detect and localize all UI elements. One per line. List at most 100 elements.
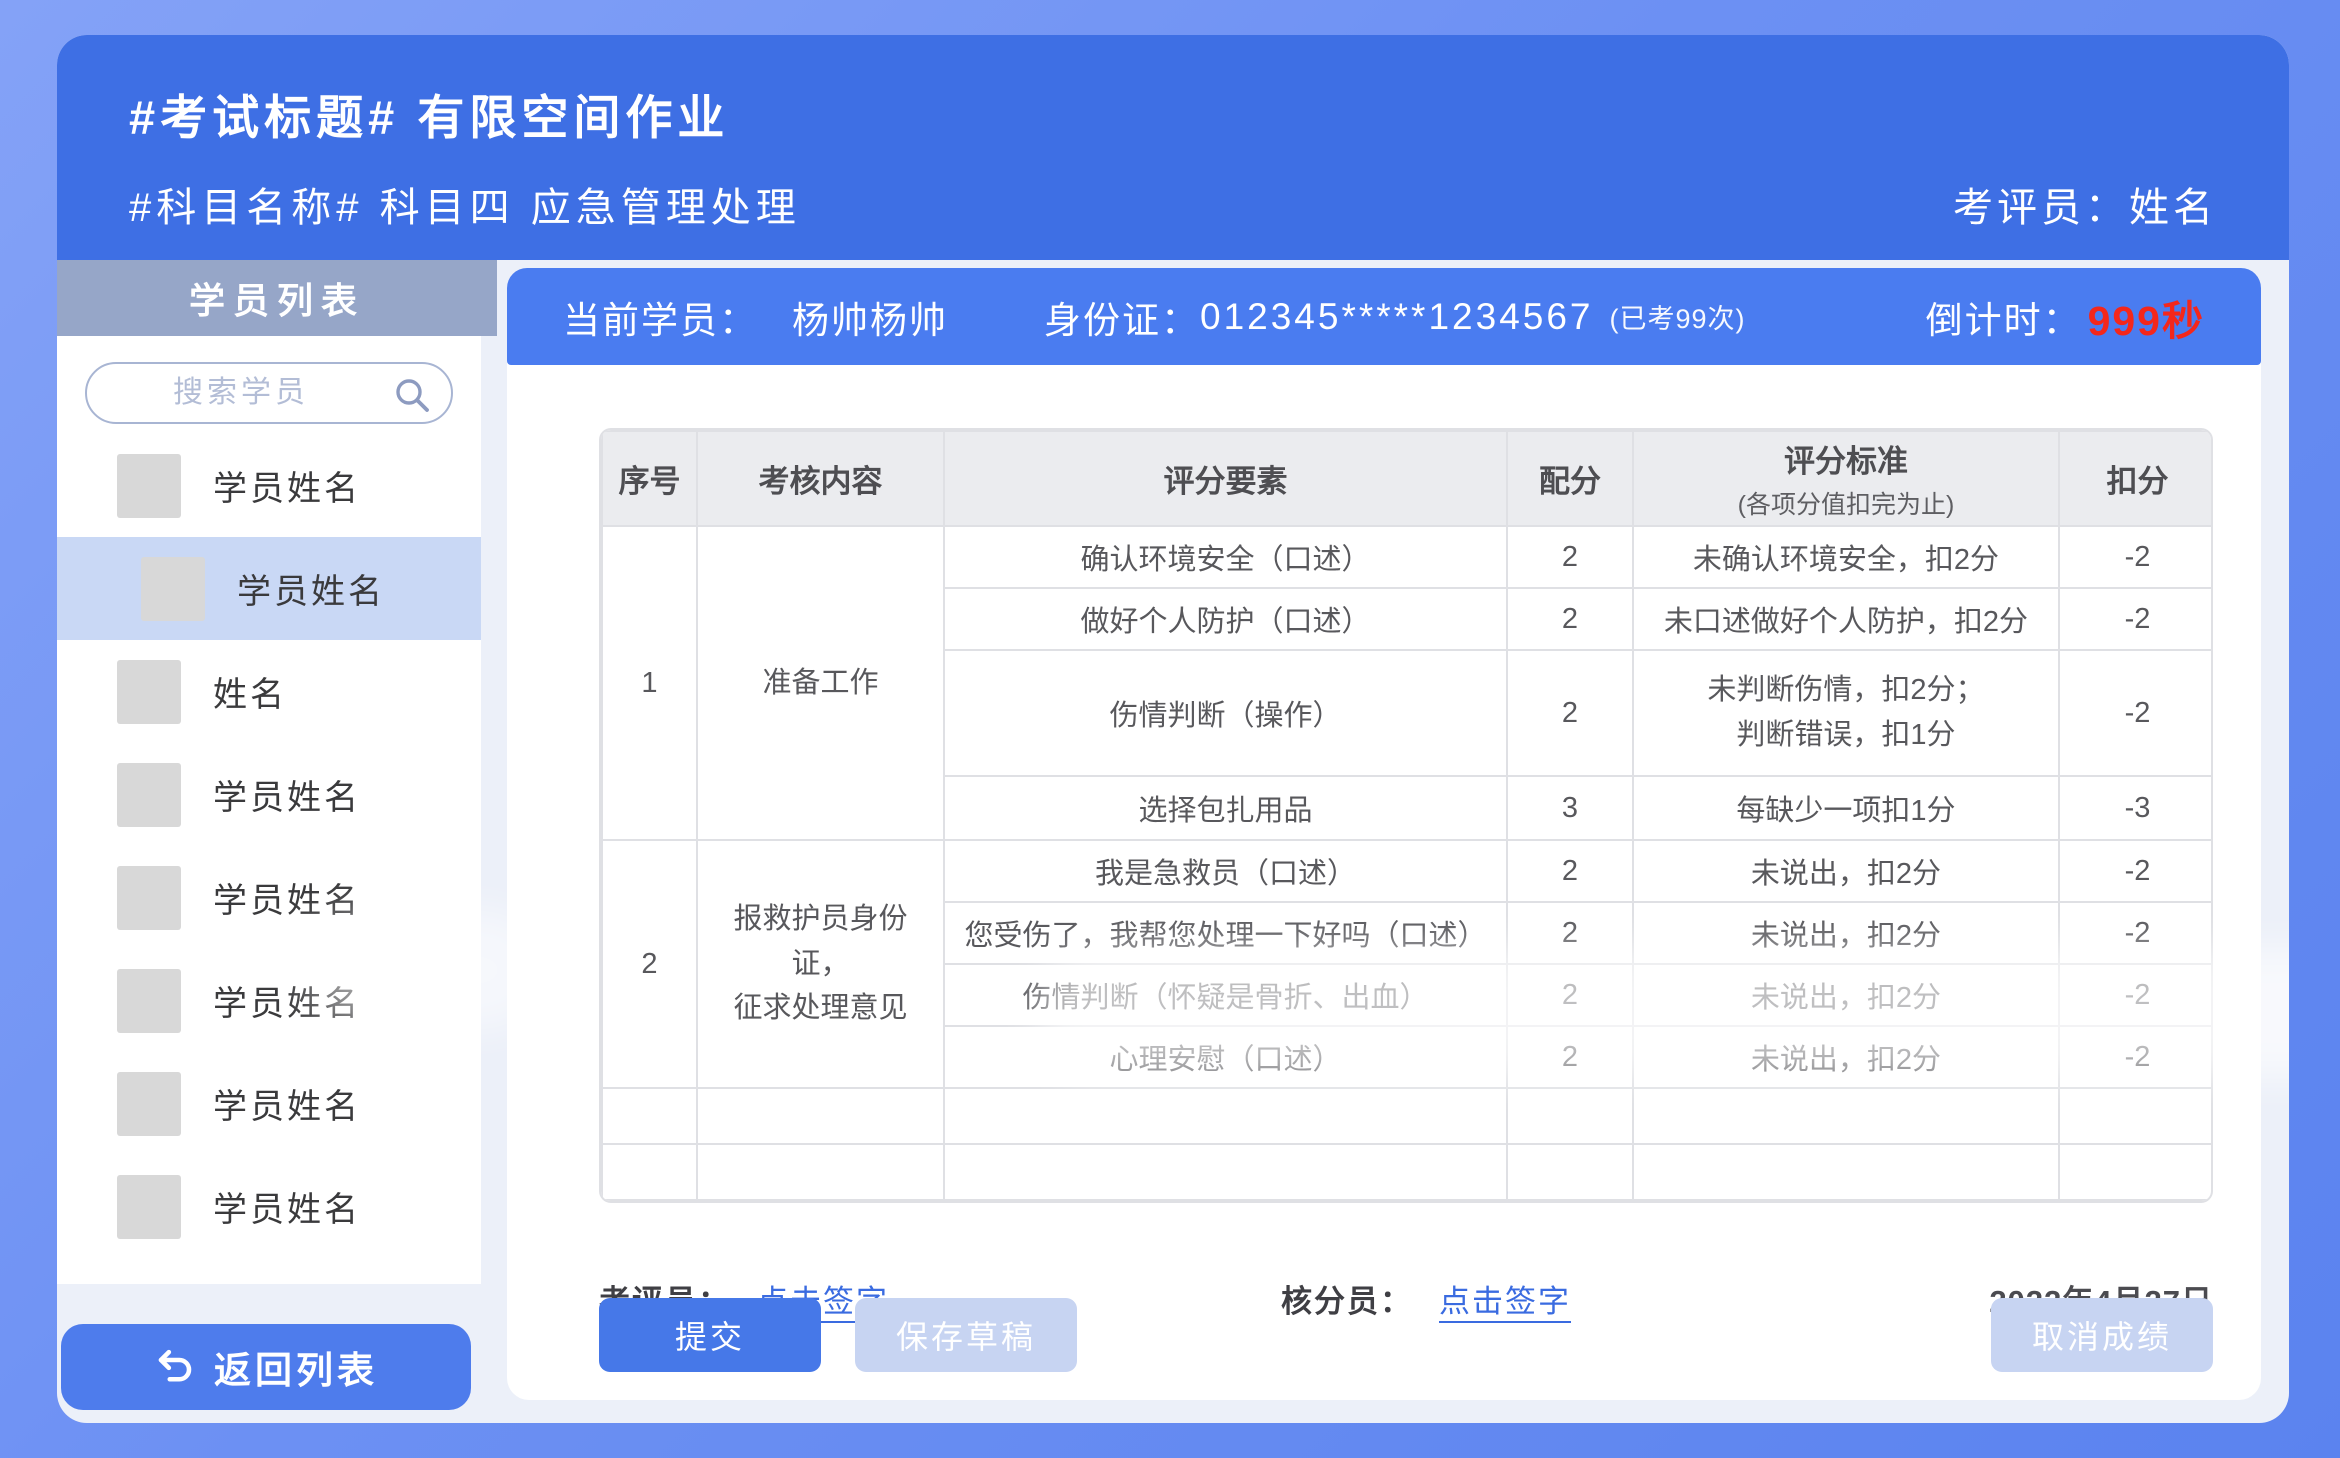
cell-standard: 未说出，扣2分	[1633, 964, 2059, 1026]
cell-standard: 未说出，扣2分	[1633, 840, 2059, 902]
empty-cell	[697, 1088, 944, 1144]
cell-deduction: -2	[2059, 526, 2213, 588]
id-card-label: 身份证：	[1044, 290, 1200, 344]
col-standard: 评分标准 (各项分值扣完为止)	[1633, 431, 2059, 526]
student-name: 学员姓名	[213, 1182, 361, 1231]
group-index: 1	[602, 526, 697, 840]
countdown-label: 倒计时：	[1926, 290, 2082, 344]
cell-standard: 未判断伤情，扣2分； 判断错误，扣1分	[1633, 650, 2059, 776]
cell-factor: 做好个人防护（口述）	[944, 588, 1507, 650]
avatar	[117, 969, 181, 1033]
student-list-item[interactable]: 学员姓名	[57, 434, 481, 537]
id-card-value: 012345*****1234567	[1200, 296, 1594, 338]
col-content: 考核内容	[697, 431, 944, 526]
exam-title: #考试标题# 有限空间作业	[129, 79, 729, 148]
current-student-name: 杨帅杨帅	[792, 290, 948, 344]
student-list-item[interactable]: 学员姓名	[57, 1155, 481, 1258]
col-deduction: 扣分	[2059, 431, 2213, 526]
empty-cell	[1507, 1144, 1633, 1200]
empty-row	[602, 1144, 2213, 1200]
cell-standard: 未确认环境安全，扣2分	[1633, 526, 2059, 588]
attempt-count: (已考99次)	[1610, 297, 1746, 336]
save-draft-button[interactable]: 保存草稿	[855, 1298, 1077, 1372]
student-name: 姓名	[213, 667, 287, 716]
cell-standard: 未说出，扣2分	[1633, 1026, 2059, 1088]
score-table: 序号 考核内容 评分要素 配分 评分标准 (各项分值扣完为止) 扣分	[599, 428, 2213, 1203]
cell-deduction: -2	[2059, 1026, 2213, 1088]
student-name: 学员姓名	[213, 461, 361, 510]
empty-cell	[2059, 1088, 2213, 1144]
student-list-title: 学员列表	[57, 260, 497, 336]
cell-deduction: -2	[2059, 840, 2213, 902]
submit-button[interactable]: 提交	[599, 1298, 821, 1372]
student-list-item-selected[interactable]: 学员姓名	[57, 537, 481, 640]
cell-deduction: -2	[2059, 964, 2213, 1026]
action-buttons: 提交 保存草稿 取消成绩	[599, 1298, 2213, 1372]
avatar	[117, 454, 181, 518]
subject-subtitle: #科目名称# 科目四 应急管理处理	[129, 175, 801, 233]
col-index: 序号	[602, 431, 697, 526]
cell-deduction: -2	[2059, 902, 2213, 964]
app-window: #考试标题# 有限空间作业 #科目名称# 科目四 应急管理处理 考评员：姓名 学…	[57, 35, 2289, 1423]
group-content: 报救护员身份证， 征求处理意见	[697, 840, 944, 1088]
cell-score: 3	[1507, 776, 1633, 840]
content-area: 学员列表 学员姓名 学员姓名 姓名	[57, 260, 2289, 1423]
avatar	[141, 557, 205, 621]
table-row: 1 准备工作 确认环境安全（口述） 2 未确认环境安全，扣2分 -2	[602, 526, 2213, 588]
col-score: 配分	[1507, 431, 1633, 526]
cell-score: 2	[1507, 902, 1633, 964]
empty-cell	[1507, 1088, 1633, 1144]
cell-score: 2	[1507, 1026, 1633, 1088]
student-list-item[interactable]: 学员姓名	[57, 846, 481, 949]
cell-deduction: -2	[2059, 588, 2213, 650]
avatar	[117, 1072, 181, 1136]
magnifier-icon[interactable]	[393, 376, 431, 414]
student-search	[85, 362, 453, 424]
empty-cell	[1633, 1088, 2059, 1144]
current-student-label: 当前学员：	[563, 290, 758, 344]
cell-score: 2	[1507, 588, 1633, 650]
back-to-list-button[interactable]: 返回列表	[61, 1324, 471, 1410]
empty-cell	[2059, 1144, 2213, 1200]
student-name: 学员姓名	[213, 873, 361, 922]
cell-deduction: -3	[2059, 776, 2213, 840]
empty-cell	[944, 1088, 1507, 1144]
student-list-item[interactable]: 姓名	[57, 640, 481, 743]
student-list-panel: 学员姓名 学员姓名 姓名 学员姓名 学员姓名	[57, 336, 481, 1284]
cell-factor: 您受伤了，我帮您处理一下好吗（口述）	[944, 902, 1507, 964]
student-list: 学员姓名 学员姓名 姓名 学员姓名 学员姓名	[57, 434, 481, 1258]
col-factor: 评分要素	[944, 431, 1507, 526]
back-button-label: 返回列表	[214, 1340, 378, 1394]
empty-cell	[602, 1144, 697, 1200]
cancel-score-button[interactable]: 取消成绩	[1991, 1298, 2213, 1372]
cell-deduction: -2	[2059, 650, 2213, 776]
empty-cell	[944, 1144, 1507, 1200]
cell-score: 2	[1507, 964, 1633, 1026]
student-list-item[interactable]: 学员姓名	[57, 949, 481, 1052]
student-name: 学员姓名	[213, 976, 361, 1025]
current-student-bar: 当前学员： 杨帅杨帅 身份证： 012345*****1234567 (已考99…	[507, 268, 2261, 365]
col-standard-note: (各项分值扣完为止)	[1644, 485, 2048, 521]
cell-factor: 伤情判断（怀疑是骨折、出血）	[944, 964, 1507, 1026]
app-header: #考试标题# 有限空间作业 #科目名称# 科目四 应急管理处理 考评员：姓名	[57, 35, 2289, 260]
avatar	[117, 866, 181, 930]
student-list-item[interactable]: 学员姓名	[57, 743, 481, 846]
return-arrow-icon	[154, 1346, 196, 1388]
cell-factor: 伤情判断（操作）	[944, 650, 1507, 776]
cell-standard: 每缺少一项扣1分	[1633, 776, 2059, 840]
cell-factor: 选择包扎用品	[944, 776, 1507, 840]
cell-standard: 未口述做好个人防护，扣2分	[1633, 588, 2059, 650]
avatar	[117, 1175, 181, 1239]
student-list-item[interactable]: 学员姓名	[57, 1052, 481, 1155]
student-name: 学员姓名	[213, 770, 361, 819]
avatar	[117, 660, 181, 724]
cell-factor: 我是急救员（口述）	[944, 840, 1507, 902]
cell-score: 2	[1507, 650, 1633, 776]
countdown-value: 999秒	[2088, 287, 2205, 347]
table-header-row: 序号 考核内容 评分要素 配分 评分标准 (各项分值扣完为止) 扣分	[602, 431, 2213, 526]
empty-cell	[1633, 1144, 2059, 1200]
cell-factor: 确认环境安全（口述）	[944, 526, 1507, 588]
table-row: 2 报救护员身份证， 征求处理意见 我是急救员（口述） 2 未说出，扣2分 -2	[602, 840, 2213, 902]
examiner-name: 考评员：姓名	[1953, 175, 2217, 233]
empty-cell	[602, 1088, 697, 1144]
